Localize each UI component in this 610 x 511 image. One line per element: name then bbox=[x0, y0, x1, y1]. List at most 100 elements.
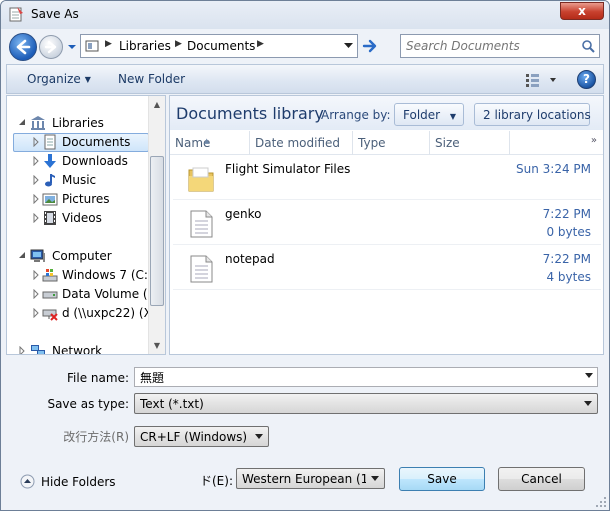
breadcrumb-documents[interactable]: Documents bbox=[187, 39, 255, 53]
change-view-button[interactable] bbox=[524, 71, 562, 89]
column-size[interactable]: Size bbox=[430, 131, 510, 155]
file-name: notepad bbox=[225, 252, 275, 266]
command-bar: Organize ▼ New Folder ? bbox=[6, 64, 604, 94]
cancel-button[interactable]: Cancel bbox=[498, 467, 585, 491]
nav-drive-x[interactable]: d (\\uxpc22) (X:) bbox=[7, 304, 161, 323]
save-as-type-dropdown[interactable]: Text (*.txt) bbox=[134, 393, 598, 414]
address-bar[interactable]: ▶ Libraries ▶ Documents ▶ bbox=[80, 34, 358, 58]
nav-network[interactable]: Network bbox=[7, 342, 149, 355]
back-button[interactable] bbox=[9, 33, 37, 61]
encoding-dropdown[interactable]: Western European (1252 bbox=[236, 468, 385, 489]
chevron-down-icon: ▼ bbox=[449, 112, 457, 121]
expanded-triangle-icon[interactable] bbox=[18, 251, 26, 261]
column-name[interactable]: ▲ Name bbox=[170, 131, 250, 155]
nav-videos[interactable]: Videos bbox=[7, 209, 149, 228]
scroll-down-icon[interactable]: ▼ bbox=[149, 337, 165, 354]
collapsed-triangle-icon[interactable] bbox=[32, 289, 40, 299]
folder-icon bbox=[188, 167, 214, 192]
scroll-up-icon[interactable]: ▲ bbox=[149, 96, 165, 113]
title-bar: Save As x bbox=[1, 1, 609, 29]
collapsed-triangle-icon[interactable] bbox=[32, 175, 40, 185]
help-button[interactable]: ? bbox=[577, 70, 596, 89]
file-date: Sun 3:24 PM bbox=[516, 162, 591, 176]
address-row: ▶ Libraries ▶ Documents ▶ bbox=[1, 29, 609, 63]
nav-label: Pictures bbox=[62, 192, 110, 206]
library-locations-button[interactable]: 2 library locations bbox=[474, 103, 591, 126]
document-icon bbox=[44, 134, 56, 150]
nav-label: Data Volume (D: bbox=[62, 287, 161, 301]
chevron-down-icon: ▼ bbox=[84, 75, 91, 84]
nav-pictures[interactable]: Pictures bbox=[7, 190, 149, 209]
collapsed-triangle-icon[interactable] bbox=[18, 346, 26, 355]
file-name-input[interactable] bbox=[135, 368, 579, 386]
nav-label: Libraries bbox=[52, 116, 104, 130]
save-button[interactable]: Save bbox=[399, 467, 485, 491]
navigation-scrollbar[interactable]: ▲ ▼ bbox=[148, 96, 165, 354]
libraries-icon bbox=[31, 116, 45, 130]
chevron-right-icon[interactable]: » bbox=[591, 135, 597, 146]
chevron-down-icon[interactable] bbox=[585, 373, 593, 379]
file-list-pane: Documents library Arrange by: Folder ▼ 2… bbox=[169, 95, 604, 355]
file-row[interactable]: notepad 7:22 PM 4 bytes bbox=[173, 246, 601, 290]
nav-label: d (\\uxpc22) (X:) bbox=[62, 306, 161, 320]
nav-label: Documents bbox=[62, 135, 131, 149]
file-row[interactable]: Flight Simulator Files Sun 3:24 PM bbox=[173, 156, 601, 200]
column-type[interactable]: Type bbox=[353, 131, 430, 155]
text-file-icon bbox=[190, 210, 213, 238]
column-label: Date modified bbox=[255, 136, 341, 150]
library-title: Documents library bbox=[176, 104, 324, 123]
chevron-down-icon bbox=[255, 434, 263, 439]
file-row[interactable]: genko 7:22 PM 0 bytes bbox=[173, 201, 601, 245]
line-ending-dropdown[interactable]: CR+LF (Windows) bbox=[134, 426, 269, 447]
collapsed-triangle-icon[interactable] bbox=[32, 137, 40, 147]
nav-libraries[interactable]: Libraries bbox=[7, 114, 149, 133]
nav-downloads[interactable]: Downloads bbox=[7, 152, 149, 171]
collapsed-triangle-icon[interactable] bbox=[32, 194, 40, 204]
breadcrumb-separator-icon[interactable]: ▶ bbox=[257, 39, 264, 49]
collapsed-triangle-icon[interactable] bbox=[32, 270, 40, 280]
forward-button[interactable] bbox=[39, 35, 63, 59]
file-name: Flight Simulator Files bbox=[225, 162, 351, 176]
hard-drive-icon bbox=[42, 291, 58, 299]
pictures-icon bbox=[42, 193, 58, 206]
file-size: 0 bytes bbox=[546, 225, 591, 239]
search-icon[interactable] bbox=[581, 39, 595, 53]
go-arrow-icon[interactable] bbox=[361, 37, 379, 55]
nav-music[interactable]: Music bbox=[7, 171, 149, 190]
column-date-modified[interactable]: Date modified bbox=[250, 131, 353, 155]
music-note-icon bbox=[45, 174, 55, 187]
close-button[interactable]: x bbox=[560, 2, 604, 20]
file-name: genko bbox=[225, 207, 262, 221]
expanded-triangle-icon[interactable] bbox=[18, 118, 26, 128]
encoding-label: ド(E): bbox=[200, 474, 233, 488]
scrollbar-thumb[interactable] bbox=[150, 156, 164, 306]
download-arrow-icon bbox=[44, 154, 56, 168]
recent-pages-dropdown-icon[interactable] bbox=[67, 43, 77, 51]
collapse-up-icon bbox=[20, 474, 35, 489]
collapsed-triangle-icon[interactable] bbox=[32, 156, 40, 166]
search-box[interactable] bbox=[400, 34, 600, 58]
resize-grip-icon[interactable] bbox=[595, 496, 607, 508]
column-label: Size bbox=[435, 136, 460, 150]
arrange-by-dropdown[interactable]: Folder ▼ bbox=[394, 103, 464, 126]
nav-documents[interactable]: Documents bbox=[7, 133, 149, 152]
collapsed-triangle-icon[interactable] bbox=[32, 308, 40, 318]
nav-drive-c[interactable]: Windows 7 (C:) bbox=[7, 266, 153, 285]
file-name-combobox[interactable] bbox=[134, 367, 598, 387]
search-input[interactable] bbox=[401, 35, 579, 57]
breadcrumb-libraries[interactable]: Libraries bbox=[119, 39, 171, 53]
breadcrumb-separator-icon[interactable]: ▶ bbox=[105, 39, 112, 49]
views-icon bbox=[526, 74, 556, 87]
column-label: Type bbox=[358, 136, 386, 150]
save-as-dialog: Save As x ▶ Libraries ▶ Documents ▶ Sear… bbox=[0, 0, 610, 511]
collapsed-triangle-icon[interactable] bbox=[32, 213, 40, 223]
line-ending-value: CR+LF (Windows) bbox=[140, 430, 248, 444]
chevron-down-icon[interactable] bbox=[344, 43, 353, 49]
nav-label: Videos bbox=[62, 211, 102, 225]
nav-computer[interactable]: Computer bbox=[7, 247, 149, 266]
new-folder-button[interactable]: New Folder bbox=[118, 72, 185, 86]
organize-button[interactable]: Organize ▼ bbox=[27, 72, 91, 86]
text-file-icon bbox=[190, 255, 213, 283]
breadcrumb-separator-icon[interactable]: ▶ bbox=[175, 39, 182, 49]
nav-drive-d[interactable]: Data Volume (D: bbox=[7, 285, 161, 304]
